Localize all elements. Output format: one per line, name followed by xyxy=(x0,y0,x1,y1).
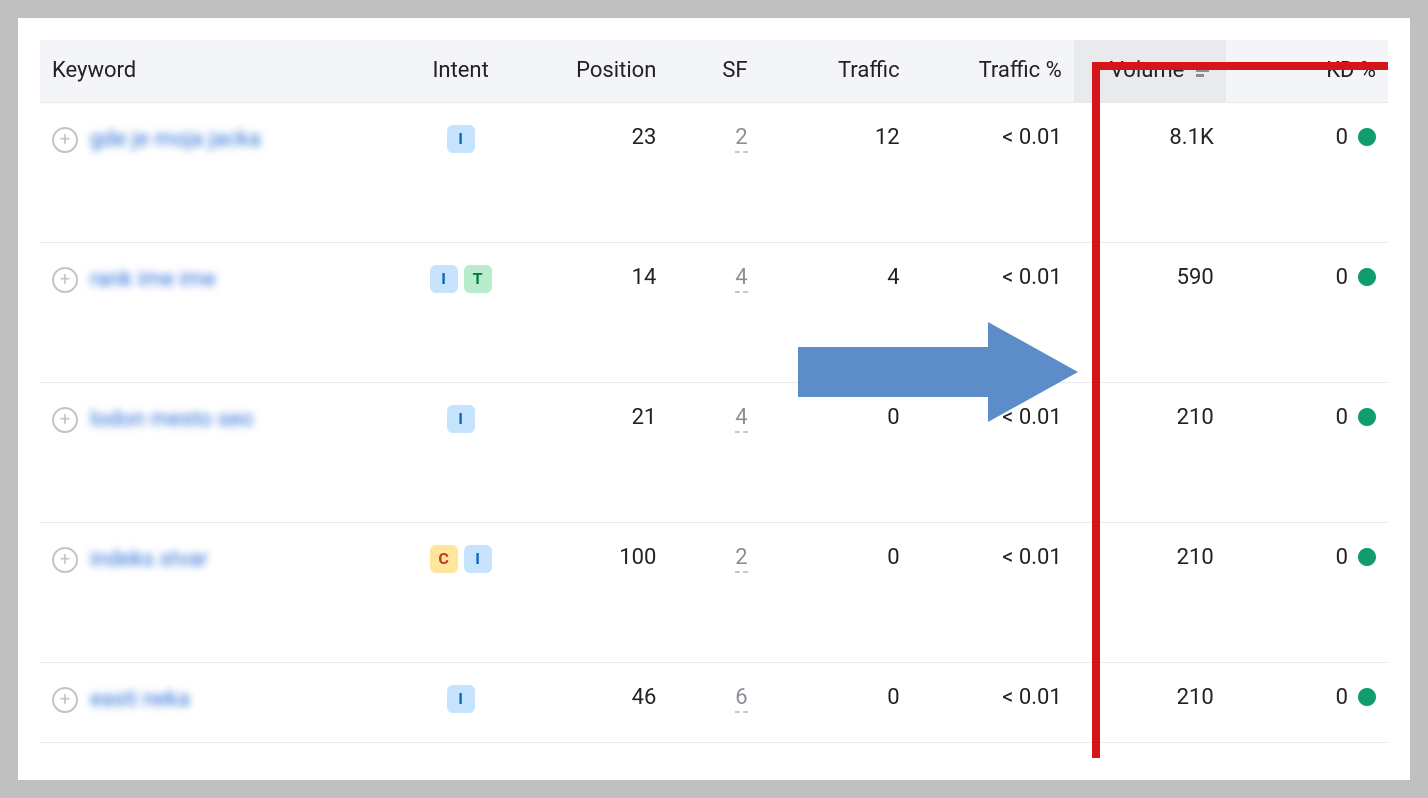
col-sf[interactable]: SF xyxy=(668,40,759,102)
col-traffic-percent[interactable]: Traffic % xyxy=(912,40,1074,102)
traffic-value: 12 xyxy=(760,102,912,242)
traffic-percent-value: < 0.01 xyxy=(912,102,1074,242)
keyword-text[interactable]: easti neka xyxy=(90,685,190,715)
traffic-percent-value: < 0.01 xyxy=(912,522,1074,662)
kd-difficulty-dot-icon xyxy=(1358,408,1376,426)
kd-value: 0 xyxy=(1336,125,1348,150)
kd-difficulty-dot-icon xyxy=(1358,688,1376,706)
sf-value[interactable]: 2 xyxy=(735,545,747,573)
col-position[interactable]: Position xyxy=(526,40,668,102)
kd-value: 0 xyxy=(1336,265,1348,290)
intent-badge-i[interactable]: I xyxy=(447,125,475,153)
keyword-text[interactable]: indeks stvar xyxy=(90,545,208,575)
position-value: 100 xyxy=(526,522,668,662)
sf-value[interactable]: 4 xyxy=(735,405,747,433)
volume-value: 210 xyxy=(1074,382,1226,522)
intent-badge-i[interactable]: I xyxy=(430,265,458,293)
intent-badge-i[interactable]: I xyxy=(447,405,475,433)
position-value: 23 xyxy=(526,102,668,242)
col-volume[interactable]: Volume xyxy=(1074,40,1226,102)
col-kd[interactable]: KD % xyxy=(1226,40,1388,102)
col-volume-label: Volume xyxy=(1110,58,1185,83)
kd-value: 0 xyxy=(1336,685,1348,710)
table-header-row: Keyword Intent Position SF Traffic Traff… xyxy=(40,40,1388,102)
kd-value: 0 xyxy=(1336,405,1348,430)
add-keyword-icon[interactable]: + xyxy=(52,267,78,293)
volume-value: 8.1K xyxy=(1074,102,1226,242)
intent-badge-i[interactable]: I xyxy=(447,685,475,713)
kd-difficulty-dot-icon xyxy=(1358,128,1376,146)
table-row: + gde je moja jacka I 23 2 12< 0.018.1K 0 xyxy=(40,102,1388,242)
volume-value: 590 xyxy=(1074,242,1226,382)
table-row: + indeks stvar CI10020< 0.01210 0 xyxy=(40,522,1388,662)
traffic-value: 0 xyxy=(760,522,912,662)
keywords-table: Keyword Intent Position SF Traffic Traff… xyxy=(40,40,1388,743)
col-traffic[interactable]: Traffic xyxy=(760,40,912,102)
col-intent[interactable]: Intent xyxy=(395,40,527,102)
traffic-percent-value: < 0.01 xyxy=(912,242,1074,382)
traffic-value: 0 xyxy=(760,382,912,522)
add-keyword-icon[interactable]: + xyxy=(52,407,78,433)
kd-difficulty-dot-icon xyxy=(1358,268,1376,286)
table-container: Keyword Intent Position SF Traffic Traff… xyxy=(40,40,1388,758)
intent-badge-i[interactable]: I xyxy=(464,545,492,573)
keyword-text[interactable]: lodon mesto seo xyxy=(90,405,253,435)
sf-value[interactable]: 4 xyxy=(735,265,747,293)
add-keyword-icon[interactable]: + xyxy=(52,687,78,713)
kd-value: 0 xyxy=(1336,545,1348,570)
sort-desc-icon xyxy=(1196,59,1214,84)
intent-badge-t[interactable]: T xyxy=(464,265,492,293)
add-keyword-icon[interactable]: + xyxy=(52,547,78,573)
table-row: + rank ime ime IT1444< 0.01590 0 xyxy=(40,242,1388,382)
screenshot-frame: Keyword Intent Position SF Traffic Traff… xyxy=(18,18,1410,780)
table-row: + easti neka I4660< 0.01210 0 xyxy=(40,662,1388,742)
kd-difficulty-dot-icon xyxy=(1358,548,1376,566)
position-value: 46 xyxy=(526,662,668,742)
sf-value[interactable]: 6 xyxy=(735,685,747,713)
keyword-text[interactable]: rank ime ime xyxy=(90,265,216,295)
position-value: 14 xyxy=(526,242,668,382)
traffic-percent-value: < 0.01 xyxy=(912,382,1074,522)
traffic-percent-value: < 0.01 xyxy=(912,662,1074,742)
intent-badge-c[interactable]: C xyxy=(430,545,458,573)
keyword-text[interactable]: gde je moja jacka xyxy=(90,125,261,155)
add-keyword-icon[interactable]: + xyxy=(52,127,78,153)
col-keyword[interactable]: Keyword xyxy=(40,40,395,102)
table-row: + lodon mesto seo I2140< 0.01210 0 xyxy=(40,382,1388,522)
position-value: 21 xyxy=(526,382,668,522)
sf-value[interactable]: 2 xyxy=(735,125,747,153)
traffic-value: 4 xyxy=(760,242,912,382)
volume-value: 210 xyxy=(1074,662,1226,742)
volume-value: 210 xyxy=(1074,522,1226,662)
traffic-value: 0 xyxy=(760,662,912,742)
